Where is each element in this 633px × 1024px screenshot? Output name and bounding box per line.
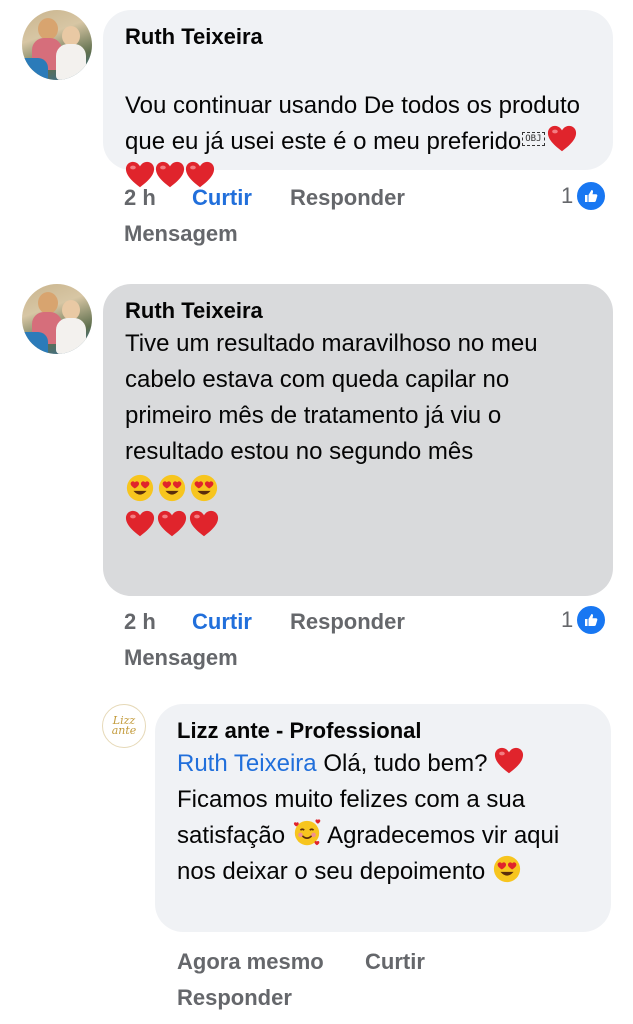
like-icon	[575, 604, 608, 636]
like-button[interactable]: Curtir	[192, 604, 252, 640]
like-button[interactable]: Curtir	[192, 180, 252, 216]
reaction-summary[interactable]: 1	[561, 604, 608, 636]
mention-link[interactable]: Ruth Teixeira	[177, 750, 317, 777]
comment-author[interactable]: Ruth Teixeira	[125, 296, 591, 326]
comment-body: Vou continuar usando De todos os produto…	[125, 92, 580, 155]
page-logo-avatar[interactable]: Lizz ante	[102, 704, 146, 748]
comment-timestamp[interactable]: 2 h	[124, 180, 156, 216]
heart-eyes-emoji-icon	[157, 473, 187, 503]
reply-bubble[interactable]: Lizz ante - Professional Ruth Teixeira O…	[155, 704, 611, 932]
comment-bubble[interactable]: Ruth Teixeira Vou continuar usando De to…	[103, 10, 613, 188]
heart-eyes-emoji-icon	[125, 473, 155, 503]
object-placeholder-icon: OBJ	[522, 132, 545, 146]
comment-actions: 2 h Curtir Responder Mensagem	[124, 180, 624, 254]
comment-text: Vou continuar usando De todos os produto…	[125, 52, 595, 196]
reply-text-part: Olá, tudo bem?	[323, 750, 488, 777]
reply-button[interactable]: Responder	[290, 604, 405, 640]
reply-author[interactable]: Lizz ante - Professional	[177, 716, 589, 746]
comment-timestamp[interactable]: 2 h	[124, 604, 156, 640]
comment-actions: 2 h Curtir Responder Mensagem	[124, 604, 624, 678]
emoji-row	[125, 470, 591, 506]
reply-timestamp[interactable]: Agora mesmo	[177, 944, 324, 980]
comment-2: Ruth Teixeira Tive um resultado maravilh…	[0, 280, 633, 680]
emoji-row	[125, 506, 591, 542]
reaction-count: 1	[561, 183, 574, 208]
comment-bubble[interactable]: Ruth Teixeira Tive um resultado maravilh…	[103, 284, 613, 596]
like-button[interactable]: Curtir	[365, 944, 425, 980]
avatar[interactable]	[22, 284, 92, 354]
red-heart-icon	[125, 509, 155, 539]
red-heart-icon	[494, 746, 524, 776]
reply-button[interactable]: Responder	[290, 180, 405, 216]
like-icon	[575, 180, 608, 212]
page-logo-text: ante	[111, 724, 137, 737]
heart-eyes-emoji-icon	[492, 854, 522, 884]
reaction-count: 1	[561, 607, 574, 632]
avatar[interactable]	[22, 10, 92, 80]
message-button[interactable]: Mensagem	[124, 640, 238, 676]
comment-author[interactable]: Ruth Teixeira	[125, 22, 591, 52]
reaction-summary[interactable]: 1	[561, 180, 608, 212]
red-heart-icon	[189, 509, 219, 539]
reply-actions: Agora mesmo Curtir Responder	[177, 944, 617, 1018]
comment-body: Tive um resultado maravilhoso no meu cab…	[125, 330, 538, 465]
comment-1: Ruth Teixeira Vou continuar usando De to…	[0, 0, 633, 260]
reply-comment: Lizz ante Lizz ante - Professional Ruth …	[0, 700, 633, 1024]
smiling-face-with-hearts-icon	[292, 818, 322, 848]
reply-button[interactable]: Responder	[177, 980, 292, 1016]
heart-eyes-emoji-icon	[189, 473, 219, 503]
message-button[interactable]: Mensagem	[124, 216, 238, 252]
red-heart-icon	[157, 509, 187, 539]
reply-text: Ruth Teixeira Olá, tudo bem? Ficamos mui…	[177, 746, 597, 890]
red-heart-icon	[547, 124, 577, 154]
